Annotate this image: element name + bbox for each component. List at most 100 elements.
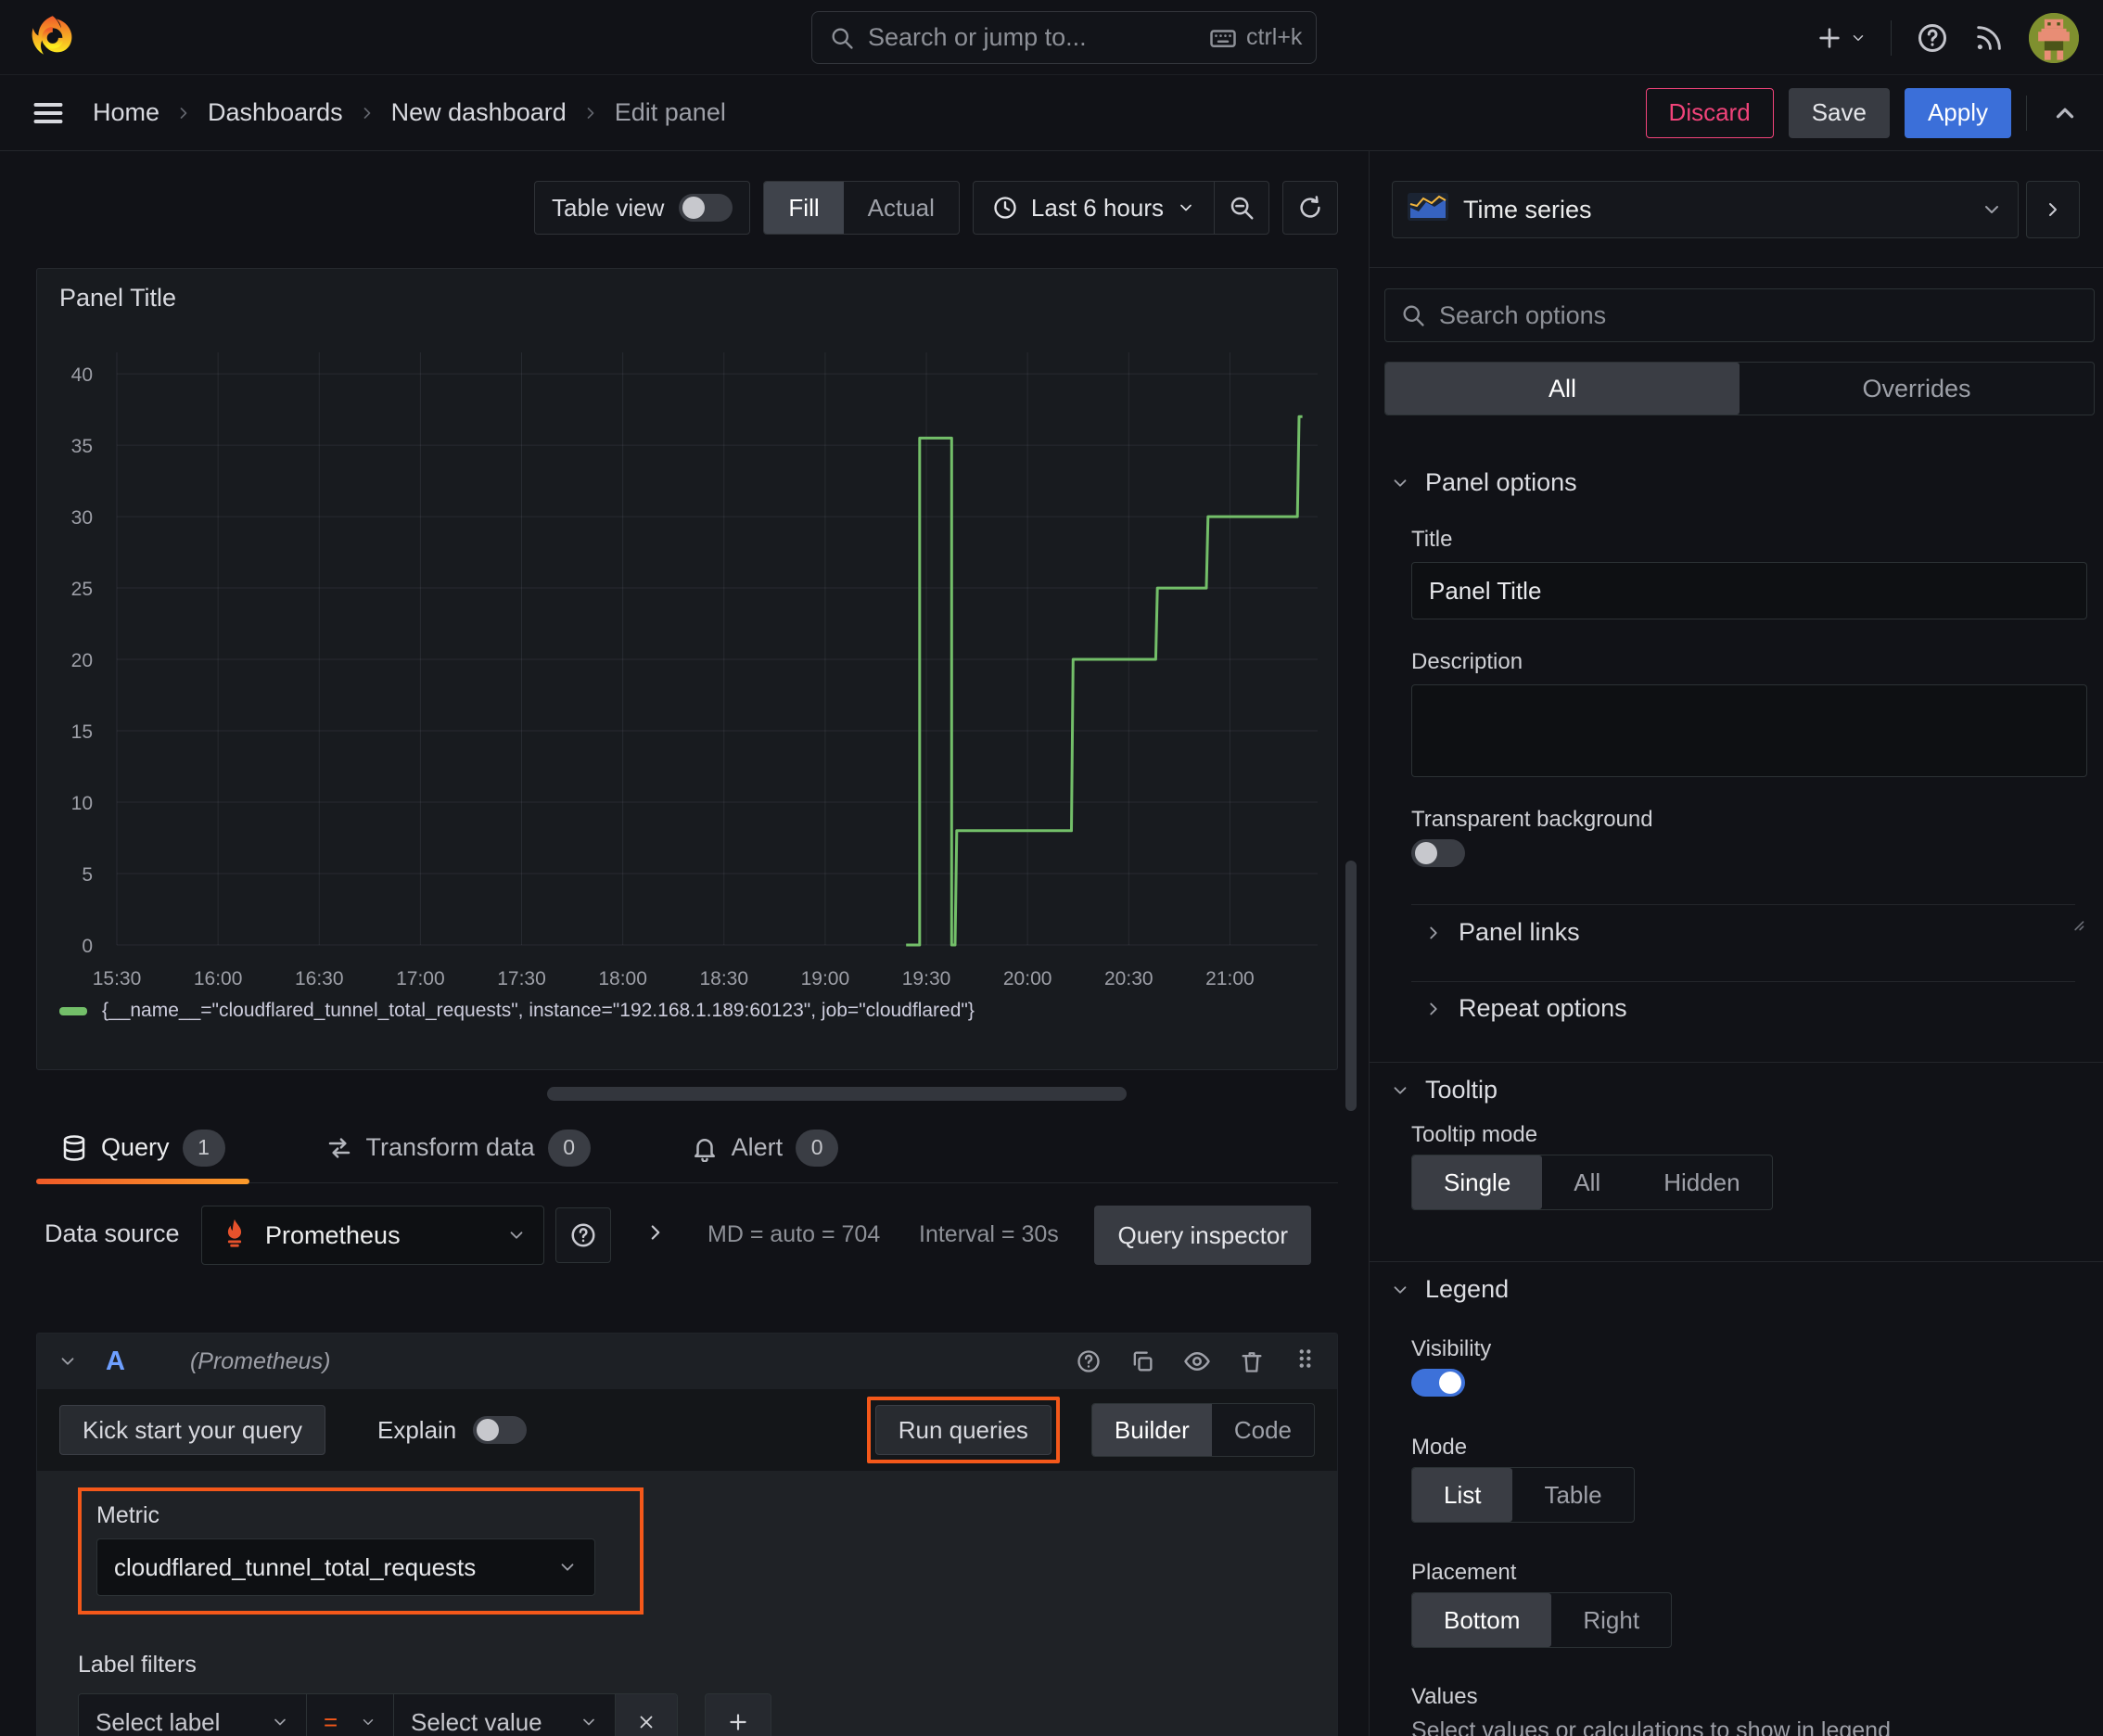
tooltip-mode-single[interactable]: Single <box>1412 1155 1543 1209</box>
chart-legend[interactable]: {__name__="cloudflared_tunnel_total_requ… <box>59 1000 975 1022</box>
svg-text:35: 35 <box>71 436 93 457</box>
fill-option[interactable]: Fill <box>764 182 844 234</box>
zoom-out-button[interactable] <box>1215 182 1268 234</box>
select-value-dropdown[interactable]: Select value <box>394 1694 616 1736</box>
datasource-row: Data source Prometheus MD = auto = 704 I… <box>36 1206 1338 1265</box>
save-button[interactable]: Save <box>1788 87 1890 138</box>
query-builder-editor: Metric cloudflared_tunnel_total_requests… <box>37 1471 1337 1736</box>
options-search[interactable] <box>1384 288 2095 342</box>
resize-handle-icon[interactable] <box>2067 913 2085 932</box>
explain-toggle[interactable] <box>473 1416 528 1444</box>
description-textarea[interactable] <box>1411 684 2087 777</box>
grafana-logo[interactable] <box>28 13 76 61</box>
apply-button[interactable]: Apply <box>1904 87 2011 138</box>
global-search[interactable]: ctrl+k <box>811 11 1317 64</box>
tab-alert-label: Alert <box>731 1133 784 1161</box>
legend-series-label[interactable]: {__name__="cloudflared_tunnel_total_requ… <box>102 1000 975 1022</box>
drag-handle-icon[interactable] <box>1293 1347 1317 1377</box>
datasource-picker[interactable]: Prometheus <box>201 1206 544 1265</box>
menu-toggle-button[interactable] <box>32 96 65 130</box>
chevron-down-icon[interactable] <box>57 1351 78 1372</box>
discard-button[interactable]: Discard <box>1645 87 1774 138</box>
tab-query[interactable]: Query 1 <box>36 1113 249 1184</box>
query-inspector-button[interactable]: Query inspector <box>1094 1206 1311 1265</box>
code-option[interactable]: Code <box>1212 1404 1314 1456</box>
time-range-picker[interactable]: Last 6 hours <box>974 182 1214 234</box>
nav-bar: Home Dashboards New dashboard Edit panel… <box>0 75 2103 151</box>
legend-placement-right[interactable]: Right <box>1551 1593 1671 1647</box>
user-avatar[interactable] <box>2029 12 2079 63</box>
search-icon <box>829 25 855 51</box>
vertical-scrollbar[interactable] <box>1345 861 1357 1111</box>
horizontal-scrollbar[interactable] <box>547 1087 1127 1101</box>
tab-overrides[interactable]: Overrides <box>1740 363 2094 415</box>
breadcrumb-new-dashboard[interactable]: New dashboard <box>391 98 567 127</box>
panel-links-section-header[interactable]: Panel links <box>1423 918 1580 947</box>
tooltip-mode-hidden[interactable]: Hidden <box>1632 1155 1771 1209</box>
repeat-options-section-header[interactable]: Repeat options <box>1423 994 1627 1023</box>
legend-section-header[interactable]: Legend <box>1390 1275 1509 1304</box>
run-queries-button[interactable]: Run queries <box>874 1405 1052 1455</box>
datasource-help-button[interactable] <box>555 1207 611 1263</box>
svg-text:19:30: 19:30 <box>902 968 951 989</box>
breadcrumb-dashboards[interactable]: Dashboards <box>208 98 343 127</box>
chevron-right-icon <box>358 104 376 122</box>
chevron-up-icon[interactable] <box>2051 99 2079 127</box>
chevron-right-icon[interactable] <box>644 1220 668 1245</box>
legend-mode-list[interactable]: List <box>1412 1468 1513 1522</box>
viz-suggestions-button[interactable] <box>2026 181 2080 238</box>
query-help-icon[interactable] <box>1076 1348 1102 1374</box>
metric-select[interactable]: cloudflared_tunnel_total_requests <box>96 1538 595 1596</box>
legend-mode-label: Mode <box>1411 1435 1468 1460</box>
query-ref-id: A <box>106 1346 125 1376</box>
visualization-picker[interactable]: Time series <box>1392 181 2019 238</box>
query-a-header[interactable]: A (Prometheus) <box>37 1334 1337 1389</box>
builder-code-switch: Builder Code <box>1090 1403 1315 1457</box>
svg-text:20: 20 <box>71 650 93 671</box>
select-value-placeholder: Select value <box>411 1707 542 1736</box>
transparent-bg-toggle[interactable] <box>1411 839 1465 867</box>
builder-option[interactable]: Builder <box>1091 1404 1212 1456</box>
tooltip-mode-switch: Single All Hidden <box>1411 1155 1773 1210</box>
add-filter-button[interactable] <box>705 1693 771 1736</box>
chart-panel[interactable]: Panel Title 0 5 10 15 20 25 30 35 40 15:30 16:00 16… <box>36 268 1338 1070</box>
operator-dropdown[interactable]: = <box>307 1694 394 1736</box>
chevron-right-icon <box>1430 926 1437 938</box>
duplicate-query-icon[interactable] <box>1129 1348 1155 1374</box>
tooltip-mode-all[interactable]: All <box>1542 1155 1632 1209</box>
kickstart-query-button[interactable]: Kick start your query <box>59 1405 325 1455</box>
chevron-down-icon <box>506 1225 527 1245</box>
time-series-chart[interactable]: 0 5 10 15 20 25 30 35 40 15:30 16:00 16:30 17:00 17:3… <box>37 269 1337 992</box>
tab-alert[interactable]: Alert 0 <box>667 1113 863 1182</box>
divider <box>1370 1062 2103 1063</box>
legend-visibility-toggle[interactable] <box>1411 1369 1465 1397</box>
keyboard-shortcut-hint: ctrl+k <box>1209 24 1302 52</box>
legend-mode-table[interactable]: Table <box>1512 1468 1633 1522</box>
all-overrides-tabs: All Overrides <box>1384 362 2095 415</box>
tooltip-section-header[interactable]: Tooltip <box>1390 1076 1498 1104</box>
panel-options-section-header[interactable]: Panel options <box>1390 468 1577 497</box>
toggle-visibility-icon[interactable] <box>1183 1347 1211 1375</box>
breadcrumb-home[interactable]: Home <box>93 98 159 127</box>
select-label-dropdown[interactable]: Select label <box>79 1694 307 1736</box>
global-search-input[interactable] <box>868 23 1196 52</box>
legend-placement-bottom[interactable]: Bottom <box>1412 1593 1552 1647</box>
help-button[interactable] <box>1916 21 1949 55</box>
new-menu-button[interactable] <box>1815 23 1867 53</box>
legend-values-hint: Select values or calculations to show in… <box>1411 1717 1891 1736</box>
divider <box>1411 904 2075 905</box>
legend-section-title: Legend <box>1425 1275 1510 1303</box>
transform-icon <box>325 1134 353 1162</box>
tab-transform-data[interactable]: Transform data 0 <box>301 1113 615 1182</box>
tab-all[interactable]: All <box>1385 363 1740 415</box>
options-search-input[interactable] <box>1439 300 2079 330</box>
news-rss-button[interactable] <box>1973 22 2005 54</box>
remove-filter-button[interactable] <box>616 1694 677 1736</box>
description-field-label: Description <box>1411 649 1523 674</box>
panel-title-input[interactable] <box>1411 562 2087 619</box>
legend-values-label: Values <box>1411 1684 1478 1709</box>
refresh-button[interactable] <box>1283 182 1337 234</box>
delete-query-icon[interactable] <box>1239 1348 1265 1374</box>
table-view-toggle[interactable] <box>679 194 733 222</box>
actual-option[interactable]: Actual <box>844 182 959 234</box>
